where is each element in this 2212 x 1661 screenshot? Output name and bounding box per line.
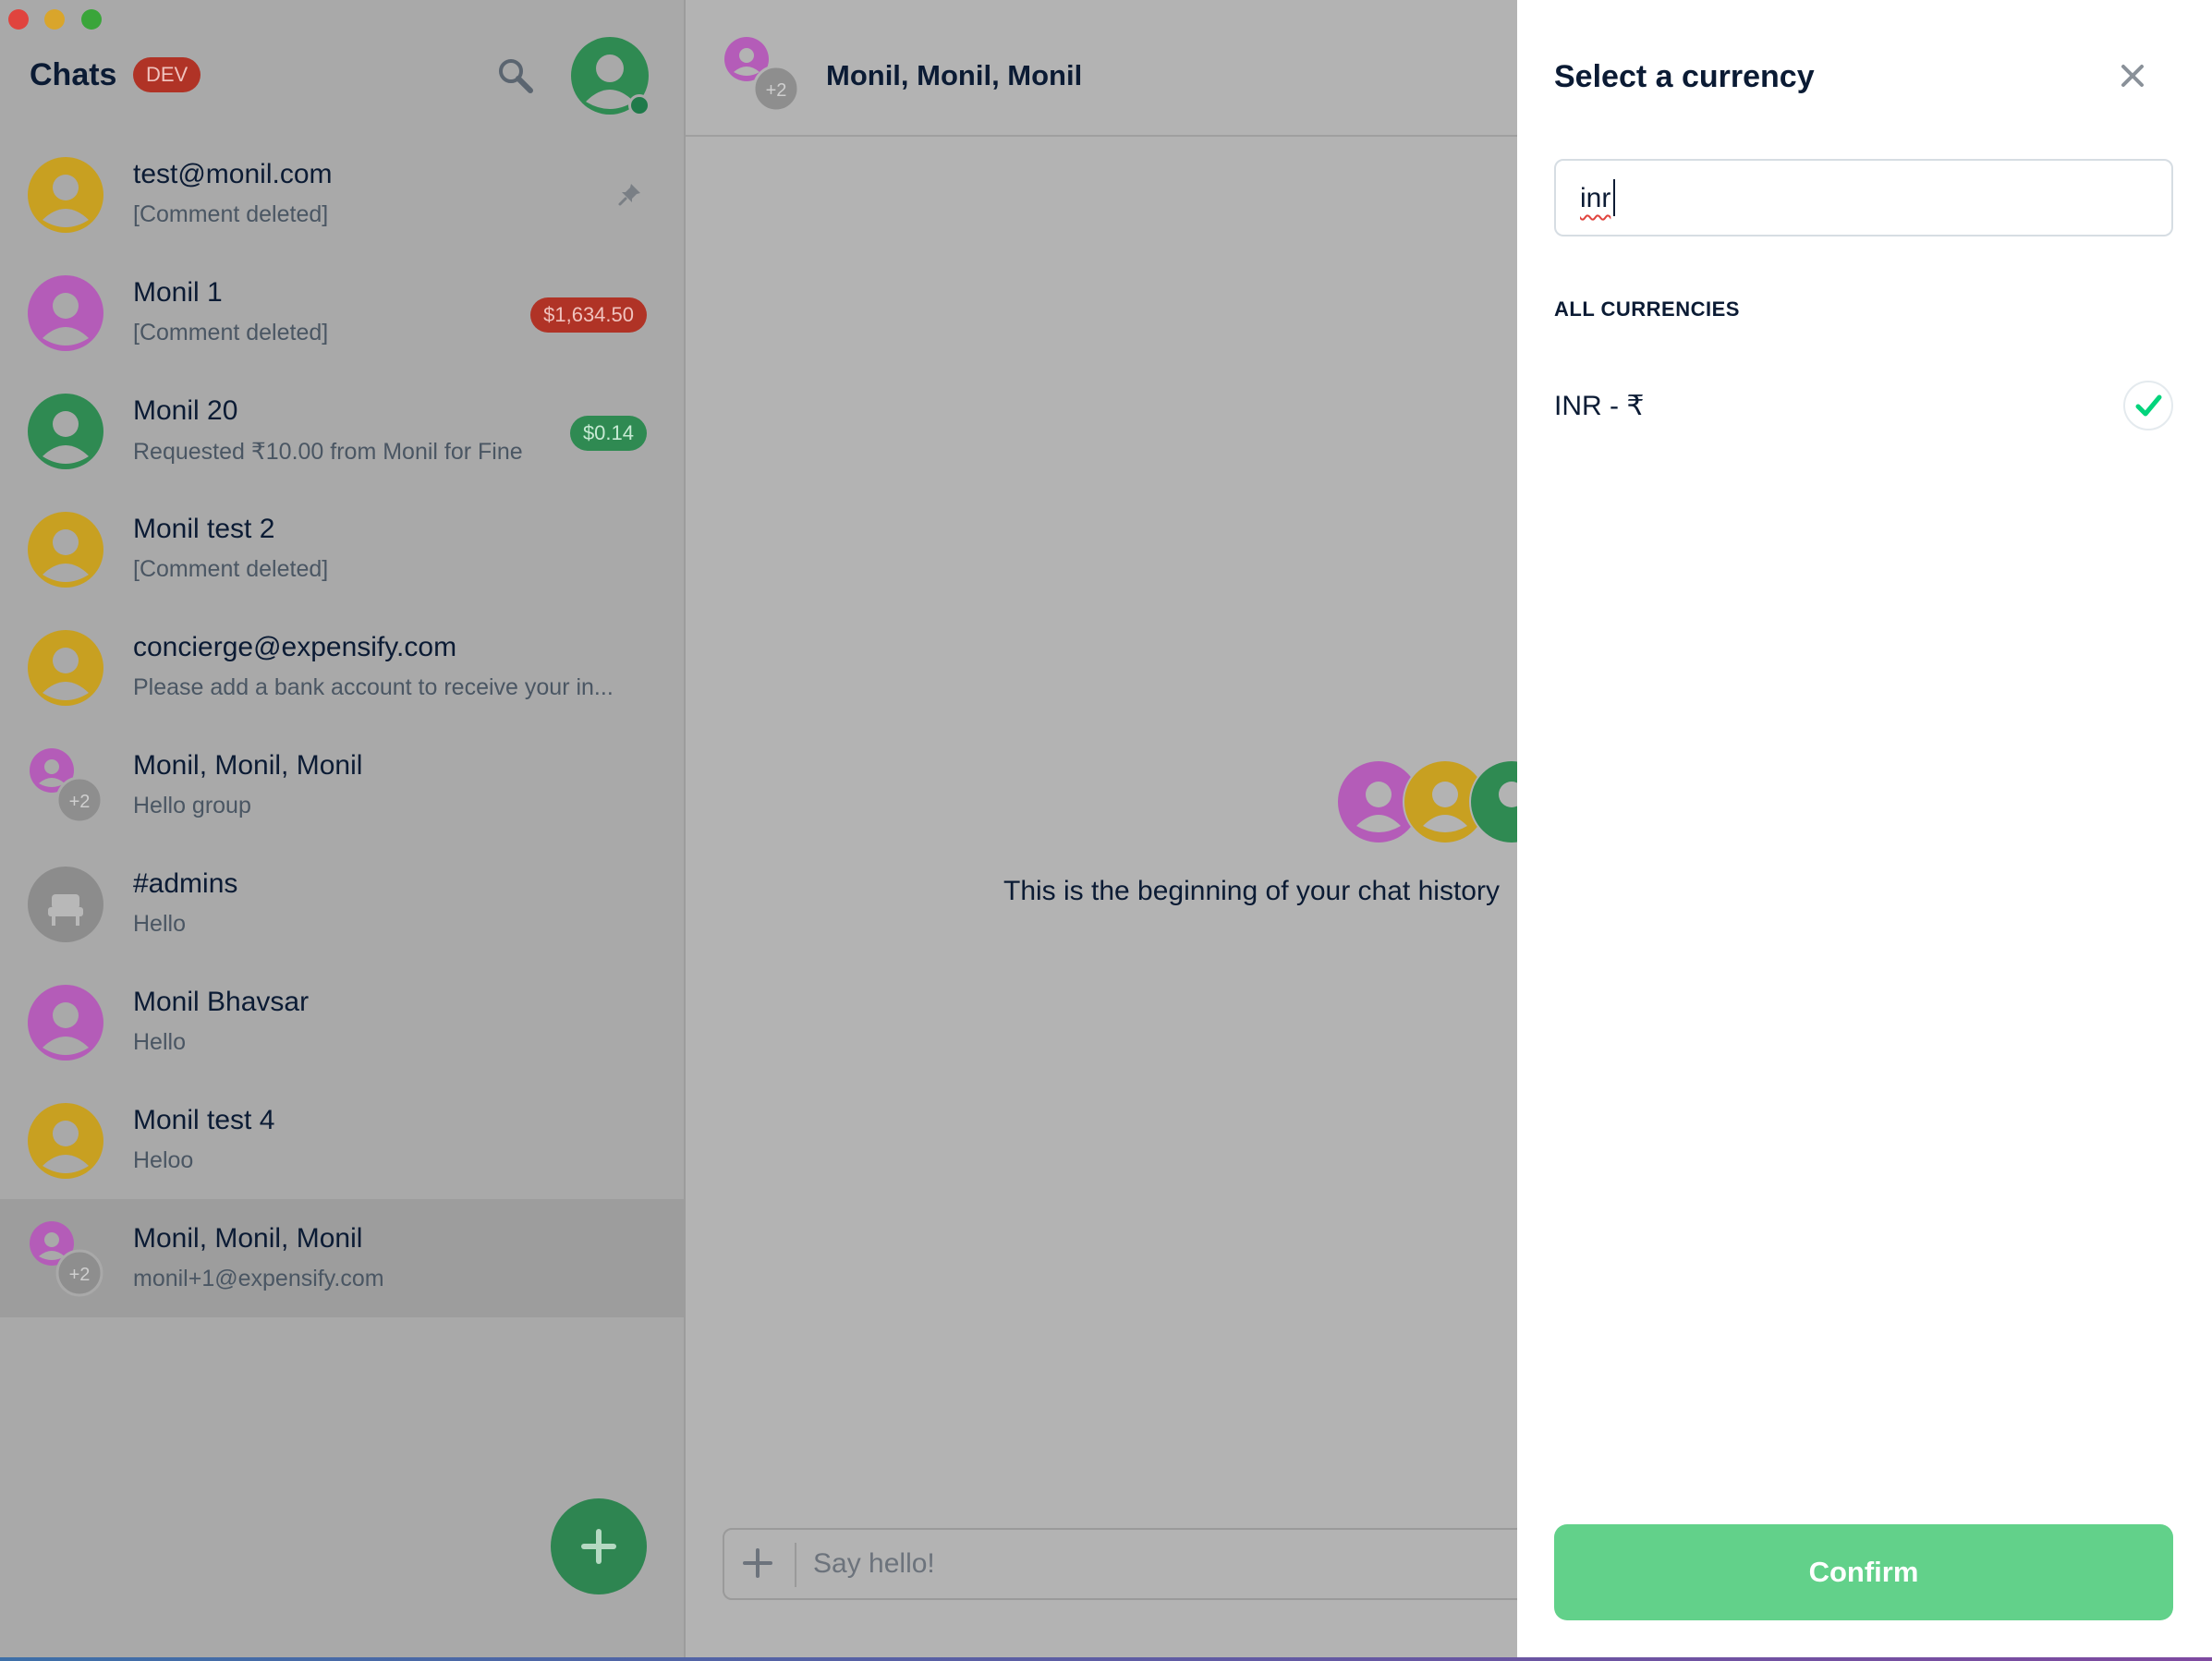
chat-list-item[interactable]: Monil test 4 Heloo <box>0 1081 684 1199</box>
chat-list-item[interactable]: +2 Monil, Monil, Monil monil+1@expensify.c… <box>0 1199 684 1317</box>
chat-name: test@monil.com <box>133 159 333 189</box>
window-zoom-button[interactable] <box>81 9 102 30</box>
sidebar: Chats DEV test@monil.com [Comment deleted… <box>0 0 686 1661</box>
chat-name: #admins <box>133 868 238 899</box>
group-avatar: +2 <box>28 748 103 824</box>
avatar <box>28 157 103 233</box>
window-minimize-button[interactable] <box>44 9 65 30</box>
composer-divider <box>795 1543 796 1587</box>
group-avatar: +2 <box>28 1221 103 1297</box>
avatar <box>28 1103 103 1179</box>
pin-icon <box>617 181 643 207</box>
avatar <box>28 985 103 1061</box>
chat-list-item[interactable]: test@monil.com [Comment deleted] <box>0 135 684 253</box>
group-count-label: +2 <box>766 80 787 101</box>
window-bottom-edge <box>0 1657 2212 1661</box>
chat-preview: Requested ₹10.00 from Monil for Fine <box>133 439 523 465</box>
chat-name: Monil, Monil, Monil <box>133 1223 363 1254</box>
chat-name: Monil test 2 <box>133 514 275 544</box>
currency-option-label: INR - ₹ <box>1554 391 1645 421</box>
svg-text:+2: +2 <box>69 792 91 812</box>
currency-option[interactable]: INR - ₹ <box>1554 371 2173 442</box>
chat-preview: Heloo <box>133 1147 194 1173</box>
panel-title: Select a currency <box>1554 59 1815 94</box>
chat-history-start-text: This is the beginning of your chat histo… <box>1003 876 1500 906</box>
chat-preview: [Comment deleted] <box>133 556 329 582</box>
add-attachment-icon[interactable] <box>741 1546 774 1580</box>
amount-badge: $1,634.50 <box>530 297 647 333</box>
svg-text:+2: +2 <box>69 1265 91 1285</box>
chat-preview: Please add a bank account to receive you… <box>133 674 614 700</box>
chat-preview: Hello <box>133 1029 186 1055</box>
avatar <box>28 630 103 706</box>
chat-name: Monil Bhavsar <box>133 987 310 1017</box>
amount-badge: $0.14 <box>569 416 647 451</box>
env-badge: DEV <box>133 57 201 92</box>
chat-name: Monil 20 <box>133 395 238 426</box>
chat-list-item[interactable]: Monil 20 Requested ₹10.00 from Monil for … <box>0 371 684 490</box>
chat-preview: Hello <box>133 911 186 937</box>
avatar <box>28 394 103 469</box>
composer-placeholder[interactable]: Say hello! <box>813 1548 935 1580</box>
currency-selector-panel: Select a currency inr ALL CURRENCIES INR… <box>1517 0 2212 1661</box>
text-caret <box>1613 179 1615 216</box>
currency-search-input[interactable]: inr <box>1554 159 2173 236</box>
chat-view: +2 Monil, Monil, Monil This is the begin… <box>686 0 1554 1661</box>
search-icon[interactable] <box>495 55 536 96</box>
new-chat-button[interactable] <box>551 1498 647 1594</box>
chat-name: Monil 1 <box>133 277 223 308</box>
chat-list-item[interactable]: Monil 1 [Comment deleted] $1,634.50 <box>0 253 684 371</box>
participant-avatars <box>1336 759 1554 844</box>
online-status-indicator <box>628 94 650 116</box>
checkmark-icon <box>2123 381 2173 430</box>
chat-name: concierge@expensify.com <box>133 632 457 662</box>
chat-header: +2 Monil, Monil, Monil <box>686 0 1517 137</box>
chat-preview: monil+1@expensify.com <box>133 1266 384 1291</box>
avatar <box>28 275 103 351</box>
sidebar-title: Chats <box>30 57 117 92</box>
section-label: ALL CURRENCIES <box>1554 297 1740 321</box>
avatar <box>28 512 103 588</box>
window-close-button[interactable] <box>8 9 29 30</box>
chat-name: Monil, Monil, Monil <box>133 750 363 781</box>
confirm-button[interactable]: Confirm <box>1554 1524 2173 1620</box>
chat-list-item[interactable]: #admins Hello <box>0 844 684 963</box>
close-icon[interactable] <box>2116 59 2149 92</box>
message-composer[interactable]: Say hello! <box>723 1528 1536 1600</box>
chat-name: Monil test 4 <box>133 1105 275 1135</box>
chat-list-item[interactable]: +2 Monil, Monil, Monil Hello group <box>0 726 684 844</box>
chat-title[interactable]: Monil, Monil, Monil <box>826 59 1082 92</box>
avatar <box>28 867 103 942</box>
chat-list-item[interactable]: Monil test 2 [Comment deleted] <box>0 490 684 608</box>
chat-preview: Hello group <box>133 793 251 818</box>
chat-preview: [Comment deleted] <box>133 201 329 227</box>
chat-list-item[interactable]: Monil Bhavsar Hello <box>0 963 684 1081</box>
chat-list-item[interactable]: concierge@expensify.com Please add a bank… <box>0 608 684 726</box>
currency-search-value[interactable]: inr <box>1580 183 1610 214</box>
chat-preview: [Comment deleted] <box>133 320 329 346</box>
group-avatar[interactable]: +2 <box>723 37 800 115</box>
